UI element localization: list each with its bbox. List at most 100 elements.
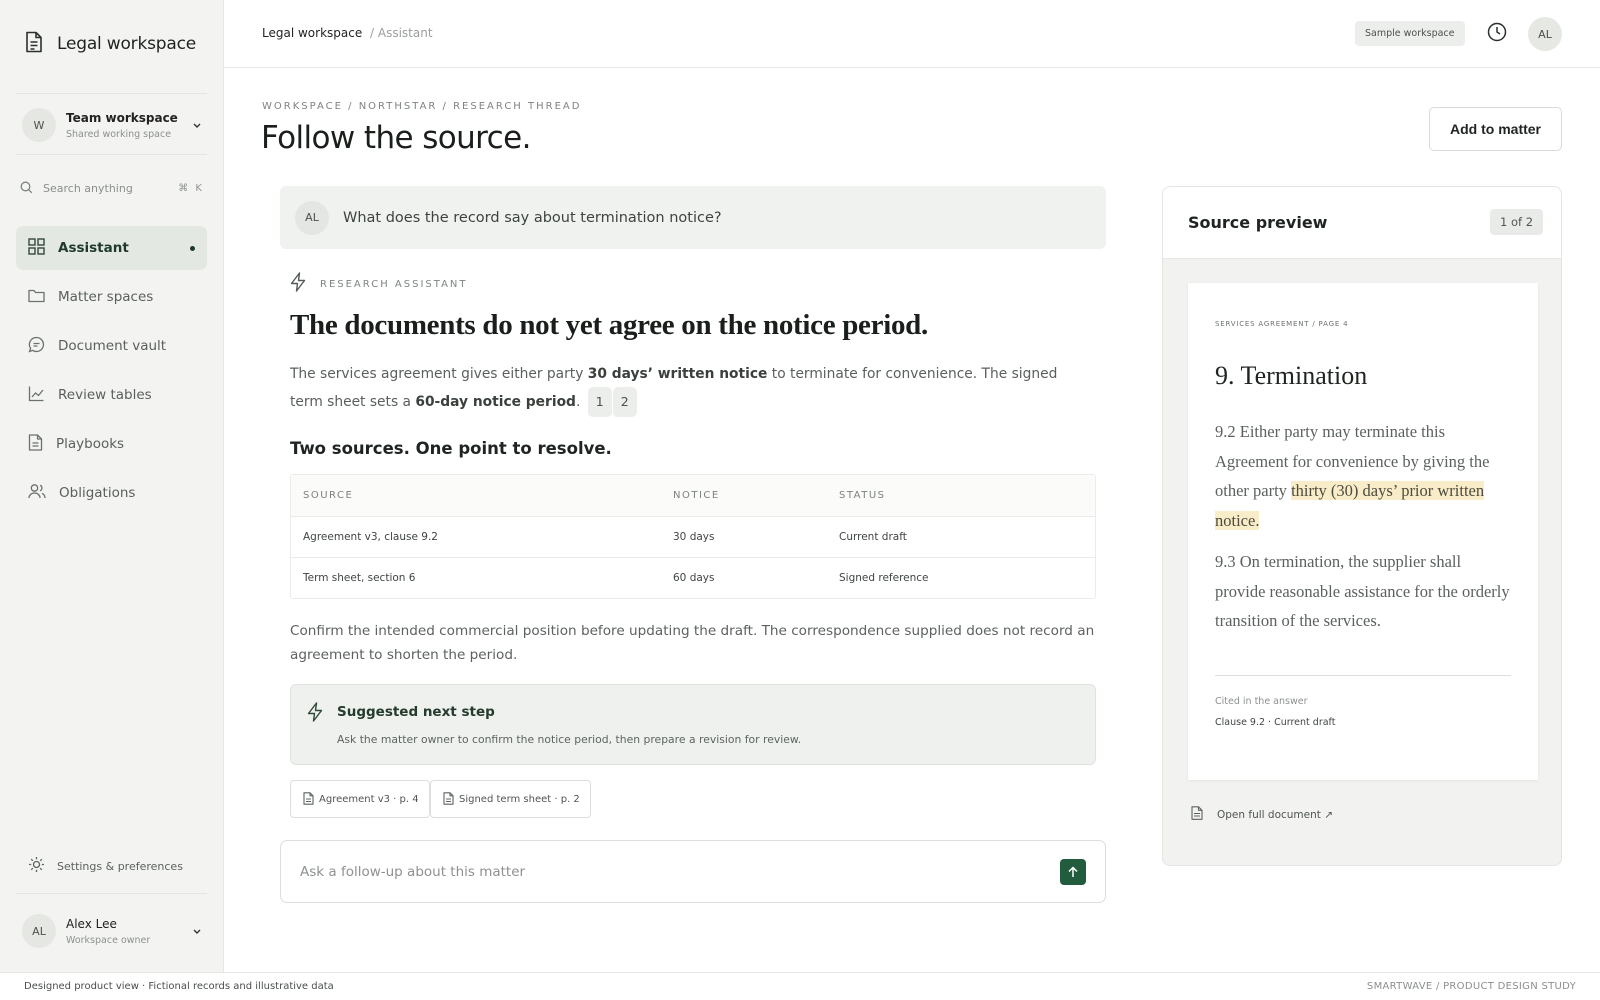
page-footer: Designed product view · Fictional record… [0,972,1600,1000]
workspace-switcher[interactable]: W Team workspace Shared working space [22,107,202,143]
sidebar-item-label: Playbooks [56,436,125,452]
user-menu[interactable]: AL Alex Lee Workspace owner [22,913,202,949]
divider [1215,675,1511,676]
document-logo-icon [24,31,44,57]
sidebar-nav: Assistant Matter spaces Document vault R… [16,226,207,520]
user-name: Alex Lee [66,916,117,931]
search-shortcut: ⌘ K [178,182,204,194]
cited-value: Clause 9.2 · Current draft [1215,717,1336,728]
suggest-text: Ask the matter owner to confirm the noti… [337,733,802,746]
sidebar-item-document-vault[interactable]: Document vault [16,324,207,368]
page-indicator[interactable]: 1 of 2 [1490,209,1544,235]
breadcrumb-root[interactable]: Legal workspace [262,26,362,40]
table-cell: 30 days [673,531,715,543]
add-to-matter-button[interactable]: Add to matter [1429,107,1562,151]
sidebar-item-matter-spaces[interactable]: Matter spaces [16,275,207,319]
folder-icon [28,288,45,307]
preview-title: Source preview [1188,213,1328,232]
suggested-next-step: Suggested next step Ask the matter owner… [290,684,1096,765]
send-button[interactable] [1060,859,1086,885]
document-icon [28,433,43,455]
answer-emphasis: 60-day notice period [415,394,576,410]
sidebar-item-obligations[interactable]: Obligations [16,471,207,515]
top-bar: Legal workspace / Assistant Sample works… [224,0,1600,68]
status-badge: Sample workspace [1355,21,1465,46]
chevron-down-icon [192,926,202,936]
gear-icon [28,856,45,877]
user-question: AL What does the record say about termin… [280,186,1106,249]
avatar[interactable]: AL [1528,17,1562,51]
assistant-header: RESEARCH ASSISTANT [290,272,468,296]
page-title: Follow the source. [261,120,531,156]
table-cell: Agreement v3, clause 9.2 [303,531,438,543]
preview-header: Source preview 1 of 2 [1163,187,1561,259]
sidebar-item-label: Review tables [58,387,152,403]
table-cell: Term sheet, section 6 [303,572,416,584]
column-header: STATUS [839,490,886,501]
followup-input[interactable] [300,861,1020,883]
column-header: NOTICE [673,490,720,501]
active-indicator [190,246,195,251]
document-icon [443,790,454,809]
user-avatar: AL [22,914,56,948]
table-row[interactable]: Term sheet, section 6 60 days Signed ref… [291,557,1095,598]
sidebar-divider [16,154,207,155]
history-button[interactable] [1486,22,1508,45]
section-title: Two sources. One point to resolve. [290,439,612,458]
workspace-subtitle: Shared working space [66,128,172,140]
answer-text: The services agreement gives either part… [290,366,588,382]
search-placeholder: Search anything [43,181,133,195]
lightning-icon [290,272,306,296]
comparison-table: SOURCE NOTICE STATUS Agreement v3, claus… [290,474,1096,599]
document-icon [1191,805,1203,824]
open-document-label: Open full document ↗ [1217,808,1334,821]
breadcrumb: WORKSPACE / NORTHSTAR / RESEARCH THREAD [262,101,582,112]
table-cell: 60 days [673,572,715,584]
settings-link[interactable]: Settings & preferences [28,856,183,877]
citation-button[interactable]: 2 [612,387,637,417]
workspace-name: Team workspace [66,110,178,125]
chevron-down-icon [192,120,202,130]
question-text: What does the record say about terminati… [343,209,722,226]
app-root: Legal workspace W Team workspace Shared … [0,0,1600,1000]
document-page: SERVICES AGREEMENT / PAGE 4 9. Terminati… [1188,283,1538,780]
table-row[interactable]: Agreement v3, clause 9.2 30 days Current… [291,516,1095,557]
users-icon [28,483,46,503]
document-eyebrow: SERVICES AGREEMENT / PAGE 4 [1215,320,1349,328]
breadcrumb-current: / Assistant [370,26,433,40]
source-chip[interactable]: Agreement v3 · p. 4 [290,780,430,818]
table-cell: Current draft [839,531,907,543]
brand[interactable]: Legal workspace [24,31,196,57]
sidebar-item-label: Obligations [59,485,136,501]
citation-button[interactable]: 1 [587,387,612,417]
source-preview-panel: Source preview 1 of 2 SERVICES AGREEMENT… [1162,186,1562,866]
sidebar-item-label: Document vault [58,338,167,354]
suggest-title: Suggested next step [337,704,495,720]
answer-title: The documents do not yet agree on the no… [290,309,928,341]
open-full-document-link[interactable]: Open full document ↗ [1191,805,1333,824]
user-role: Workspace owner [66,934,151,946]
sidebar-divider [16,893,207,894]
grid-icon [28,237,45,259]
chip-label: Signed term sheet · p. 2 [459,793,580,805]
brand-name: Legal workspace [57,34,196,54]
answer-emphasis: 30 days’ written notice [587,366,768,382]
sidebar-item-assistant[interactable]: Assistant [16,226,207,270]
sidebar-item-label: Assistant [58,240,129,256]
table-cell: Signed reference [839,572,929,584]
document-icon [303,790,314,809]
followup-box [280,840,1106,903]
chip-label: Agreement v3 · p. 4 [319,793,419,805]
sidebar-divider [16,93,207,94]
search-icon [20,179,33,198]
sidebar-item-review-tables[interactable]: Review tables [16,373,207,417]
clause-9-3: 9.3 On termination, the supplier shall p… [1215,552,1510,630]
column-header: SOURCE [303,490,354,501]
workspace-avatar: W [22,108,56,142]
search-input[interactable]: Search anything ⌘ K [20,180,204,196]
source-chip[interactable]: Signed term sheet · p. 2 [430,780,591,818]
chat-bubble-icon [28,336,45,357]
avatar: AL [295,200,329,235]
footer-credit: SMARTWAVE / PRODUCT DESIGN STUDY [1366,981,1576,992]
sidebar-item-playbooks[interactable]: Playbooks [16,422,207,466]
